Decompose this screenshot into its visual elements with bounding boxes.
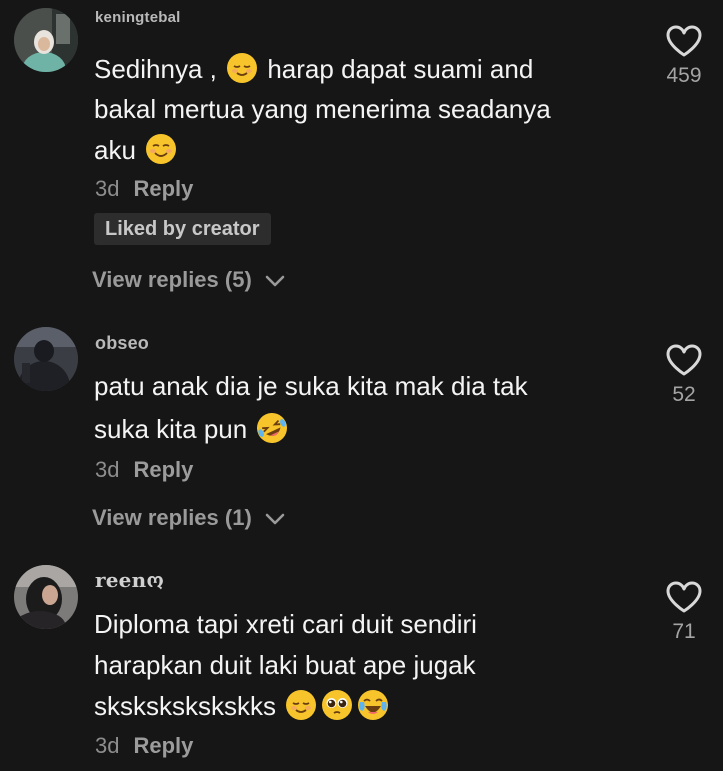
comment-meta: 3d Reply (95, 733, 193, 759)
comment-text-line: skskskskskskks (94, 686, 391, 726)
comment-text-line: patu anak dia je suka kita mak dia tak (94, 371, 528, 401)
like-count: 459 (666, 64, 702, 87)
view-replies-button[interactable]: View replies (1) (92, 505, 286, 531)
comment-username[interactable]: obseo (95, 333, 149, 354)
heart-outline-icon[interactable] (665, 343, 703, 377)
relieved-face-emoji (227, 53, 258, 83)
heart-outline-icon[interactable] (665, 24, 703, 58)
comment-timestamp: 3d (95, 457, 120, 482)
comment-timestamp: 3d (95, 733, 120, 758)
face-with-tears-of-joy-emoji (358, 690, 389, 720)
like-count: 71 (672, 620, 696, 643)
avatar[interactable] (14, 565, 78, 629)
liked-by-creator-badge: Liked by creator (94, 213, 271, 245)
reply-button[interactable]: Reply (133, 457, 193, 482)
reply-button[interactable]: Reply (133, 176, 193, 201)
smiling-face-emoji (146, 134, 177, 164)
avatar[interactable] (14, 8, 78, 72)
like-control: 71 (654, 580, 714, 644)
avatar[interactable] (14, 327, 78, 391)
like-control: 459 (654, 24, 714, 88)
comment-text-line: aku (94, 130, 179, 170)
comment-text-line: harapkan duit laki buat ape jugak (94, 650, 476, 680)
chevron-down-icon (265, 513, 285, 525)
comment-text-line: bakal mertua yang menerima seadanya (94, 94, 551, 124)
chevron-down-icon (265, 275, 285, 287)
reply-button[interactable]: Reply (133, 733, 193, 758)
rolling-on-floor-laughing-emoji (257, 413, 288, 443)
comment-meta: 3d Reply (95, 457, 193, 483)
comment-username[interactable]: reenო (95, 568, 164, 592)
comment-text-line: Diploma tapi xreti cari duit sendiri (94, 609, 477, 639)
view-replies-button[interactable]: View replies (5) (92, 267, 286, 293)
pleading-face-emoji (322, 690, 353, 720)
comment-meta: 3d Reply (95, 176, 193, 202)
heart-outline-icon[interactable] (665, 580, 703, 614)
like-control: 52 (654, 343, 714, 407)
relieved-face-emoji (286, 690, 317, 720)
comment-timestamp: 3d (95, 176, 120, 201)
comment-username[interactable]: keningtebal (95, 9, 181, 26)
comment-text-line: suka kita pun (94, 409, 290, 449)
like-count: 52 (672, 383, 696, 406)
comment-text-line: Sedihnya , harap dapat suami and (94, 53, 534, 84)
